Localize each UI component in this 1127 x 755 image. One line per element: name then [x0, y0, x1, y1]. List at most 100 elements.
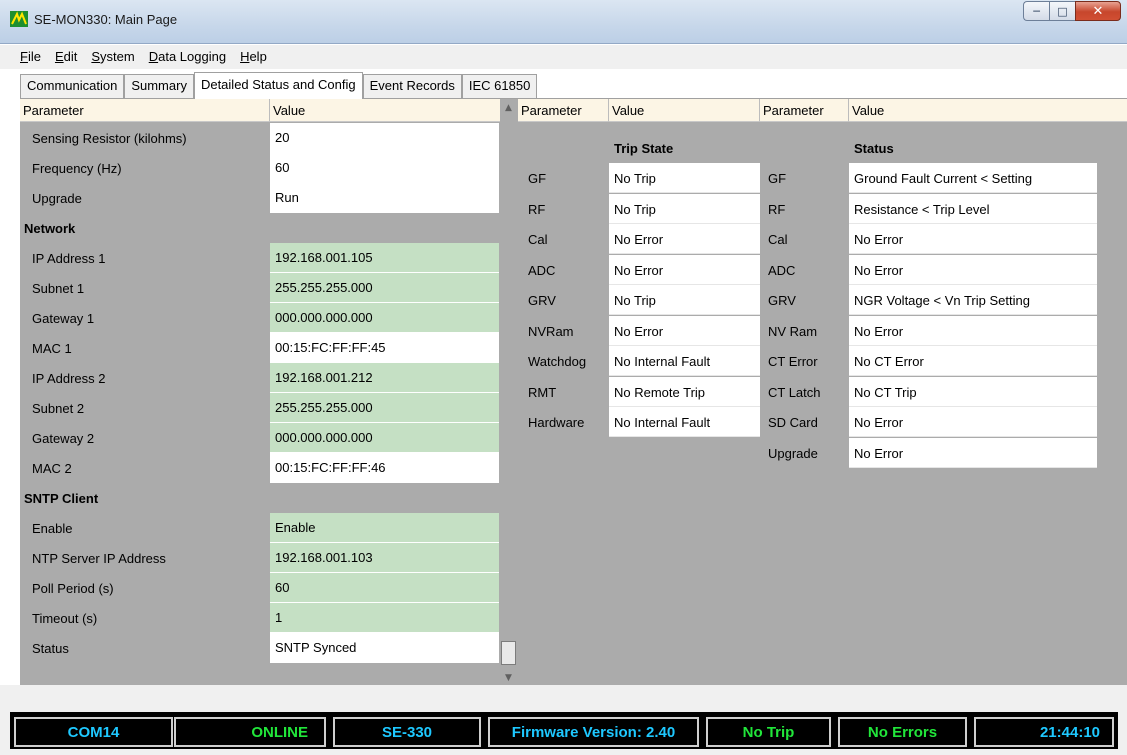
- parameter-value[interactable]: 192.168.001.212: [270, 363, 499, 393]
- status-value: Resistance < Trip Level: [849, 193, 1097, 224]
- parameter-value: 20: [270, 123, 499, 153]
- trip-header-parameter: Parameter: [518, 99, 609, 122]
- parameter-value: SNTP Synced: [270, 633, 499, 663]
- parameter-label: Poll Period (s): [32, 581, 114, 596]
- left-table-row: MAC 1 00:15:FC:FF:FF:45: [20, 333, 499, 363]
- left-table-row: MAC 2 00:15:FC:FF:FF:46: [20, 453, 499, 483]
- app-icon: [10, 11, 28, 27]
- parameter-value[interactable]: 000.000.000.000: [270, 303, 499, 333]
- parameter-value: Run: [270, 183, 499, 213]
- maximize-icon: □: [1057, 4, 1068, 18]
- left-table-row: Poll Period (s) 60: [20, 573, 499, 603]
- tab-communication[interactable]: Communication: [20, 74, 125, 98]
- parameter-value: 00:15:FC:FF:FF:45: [270, 333, 499, 363]
- menu-bar: File Edit System Data Logging Help: [0, 45, 1127, 69]
- parameter-value[interactable]: 60: [270, 573, 499, 603]
- menu-file[interactable]: File: [20, 49, 41, 69]
- left-table-row: Sensing Resistor (kilohms) 20: [20, 123, 499, 153]
- status-connection: ONLINE: [174, 717, 326, 747]
- scroll-up-icon[interactable]: ▲: [500, 99, 517, 116]
- minimize-button[interactable]: ─: [1023, 1, 1049, 21]
- parameter-value[interactable]: 255.255.255.000: [270, 393, 499, 423]
- status-bar: COM14 ONLINE SE-330 Firmware Version: 2.…: [0, 685, 1127, 755]
- minimize-icon: ─: [1033, 4, 1040, 18]
- trip-parameter-label: ADC: [528, 262, 556, 278]
- left-table-row: Upgrade Run: [20, 183, 499, 213]
- status-parameter-label: GRV: [768, 293, 796, 308]
- status-firmware: Firmware Version: 2.40: [488, 717, 699, 747]
- parameter-value[interactable]: 1: [270, 603, 499, 633]
- parameter-label: Subnet 1: [32, 281, 85, 296]
- parameter-label: Status: [32, 641, 69, 656]
- trip-parameter-label: NVRam: [528, 323, 574, 339]
- section-heading: SNTP Client: [24, 491, 99, 506]
- parameter-value: 60: [270, 153, 499, 183]
- tab-summary[interactable]: Summary: [124, 74, 194, 98]
- maximize-button[interactable]: □: [1049, 1, 1075, 21]
- trip-value: No Internal Fault: [609, 407, 760, 437]
- parameter-label: IP Address 1: [32, 251, 106, 266]
- parameter-value[interactable]: 000.000.000.000: [270, 423, 499, 453]
- menu-system[interactable]: System: [91, 49, 134, 69]
- left-table-row: Enable Enable: [20, 513, 499, 543]
- parameter-label: MAC 1: [32, 341, 72, 356]
- trip-parameter-label: RF: [528, 201, 546, 217]
- left-header-value: Value: [270, 99, 500, 122]
- tab-detailed-status[interactable]: Detailed Status and Config: [193, 72, 363, 99]
- left-scrollbar[interactable]: ▲ ▼: [500, 99, 517, 686]
- status-parameter-label: GF: [768, 171, 787, 186]
- tab-event-records[interactable]: Event Records: [362, 74, 462, 98]
- left-table-row: Subnet 2 255.255.255.000: [20, 393, 499, 423]
- parameter-label: NTP Server IP Address: [32, 551, 166, 566]
- trip-parameter-label: GF: [528, 171, 547, 186]
- status-value: No Error: [849, 224, 1097, 254]
- scrollbar-thumb[interactable]: [501, 641, 516, 665]
- menu-data-logging[interactable]: Data Logging: [149, 49, 226, 69]
- tab-iec-61850[interactable]: IEC 61850: [461, 74, 538, 98]
- left-table-row: IP Address 1 192.168.001.105: [20, 243, 499, 273]
- status-header-parameter: Parameter: [760, 99, 849, 122]
- left-table-row: Subnet 1 255.255.255.000: [20, 273, 499, 303]
- left-table-row: Timeout (s) 1: [20, 603, 499, 633]
- status-parameter-label: RF: [768, 201, 786, 217]
- status-parameter-label: CT Error: [768, 354, 818, 369]
- parameter-label: IP Address 2: [32, 371, 106, 386]
- parameter-value[interactable]: 255.255.255.000: [270, 273, 499, 303]
- left-table-row: Gateway 2 000.000.000.000: [20, 423, 499, 453]
- parameter-value: 00:15:FC:FF:FF:46: [270, 453, 499, 483]
- parameter-value[interactable]: Enable: [270, 513, 499, 543]
- trip-value: No Error: [609, 224, 760, 254]
- parameter-value[interactable]: 192.168.001.103: [270, 543, 499, 573]
- status-parameter-label: CT Latch: [768, 384, 821, 400]
- trip-parameter-label: GRV: [528, 293, 556, 308]
- status-port: COM14: [14, 717, 173, 747]
- trip-value: No Trip: [609, 285, 760, 315]
- scroll-down-icon[interactable]: ▼: [500, 669, 517, 686]
- status-value: No Error: [849, 407, 1097, 437]
- status-parameter-label: SD Card: [768, 415, 818, 430]
- trip-parameter-label: Watchdog: [528, 354, 587, 369]
- tab-bar: Communication Summary Detailed Status an…: [20, 72, 538, 99]
- left-table-row: Network: [20, 213, 499, 243]
- status-parameter-label: ADC: [768, 262, 796, 278]
- detail-panel: Parameter Value Sensing Resistor (kilohm…: [20, 98, 1127, 686]
- status-value: No CT Trip: [849, 376, 1097, 407]
- left-table-row: Status SNTP Synced: [20, 633, 499, 663]
- trip-value: No Error: [609, 254, 760, 285]
- trip-value: No Error: [609, 315, 760, 346]
- parameter-value[interactable]: 192.168.001.105: [270, 243, 499, 273]
- status-header-value: Value: [849, 99, 1127, 122]
- menu-edit[interactable]: Edit: [55, 49, 77, 69]
- trip-parameter-label: RMT: [528, 384, 557, 400]
- trip-header-value: Value: [609, 99, 760, 122]
- parameter-label: Enable: [32, 521, 73, 536]
- close-button[interactable]: ✕: [1075, 1, 1121, 21]
- status-heading: Status: [854, 141, 894, 156]
- left-table-row: Gateway 1 000.000.000.000: [20, 303, 499, 333]
- menu-help[interactable]: Help: [240, 49, 267, 69]
- trip-state-heading: Trip State: [614, 141, 674, 156]
- status-value: Ground Fault Current < Setting: [849, 163, 1097, 193]
- parameter-label: Sensing Resistor (kilohms): [32, 131, 187, 146]
- left-table-row: Frequency (Hz) 60: [20, 153, 499, 183]
- trip-value: No Trip: [609, 163, 760, 193]
